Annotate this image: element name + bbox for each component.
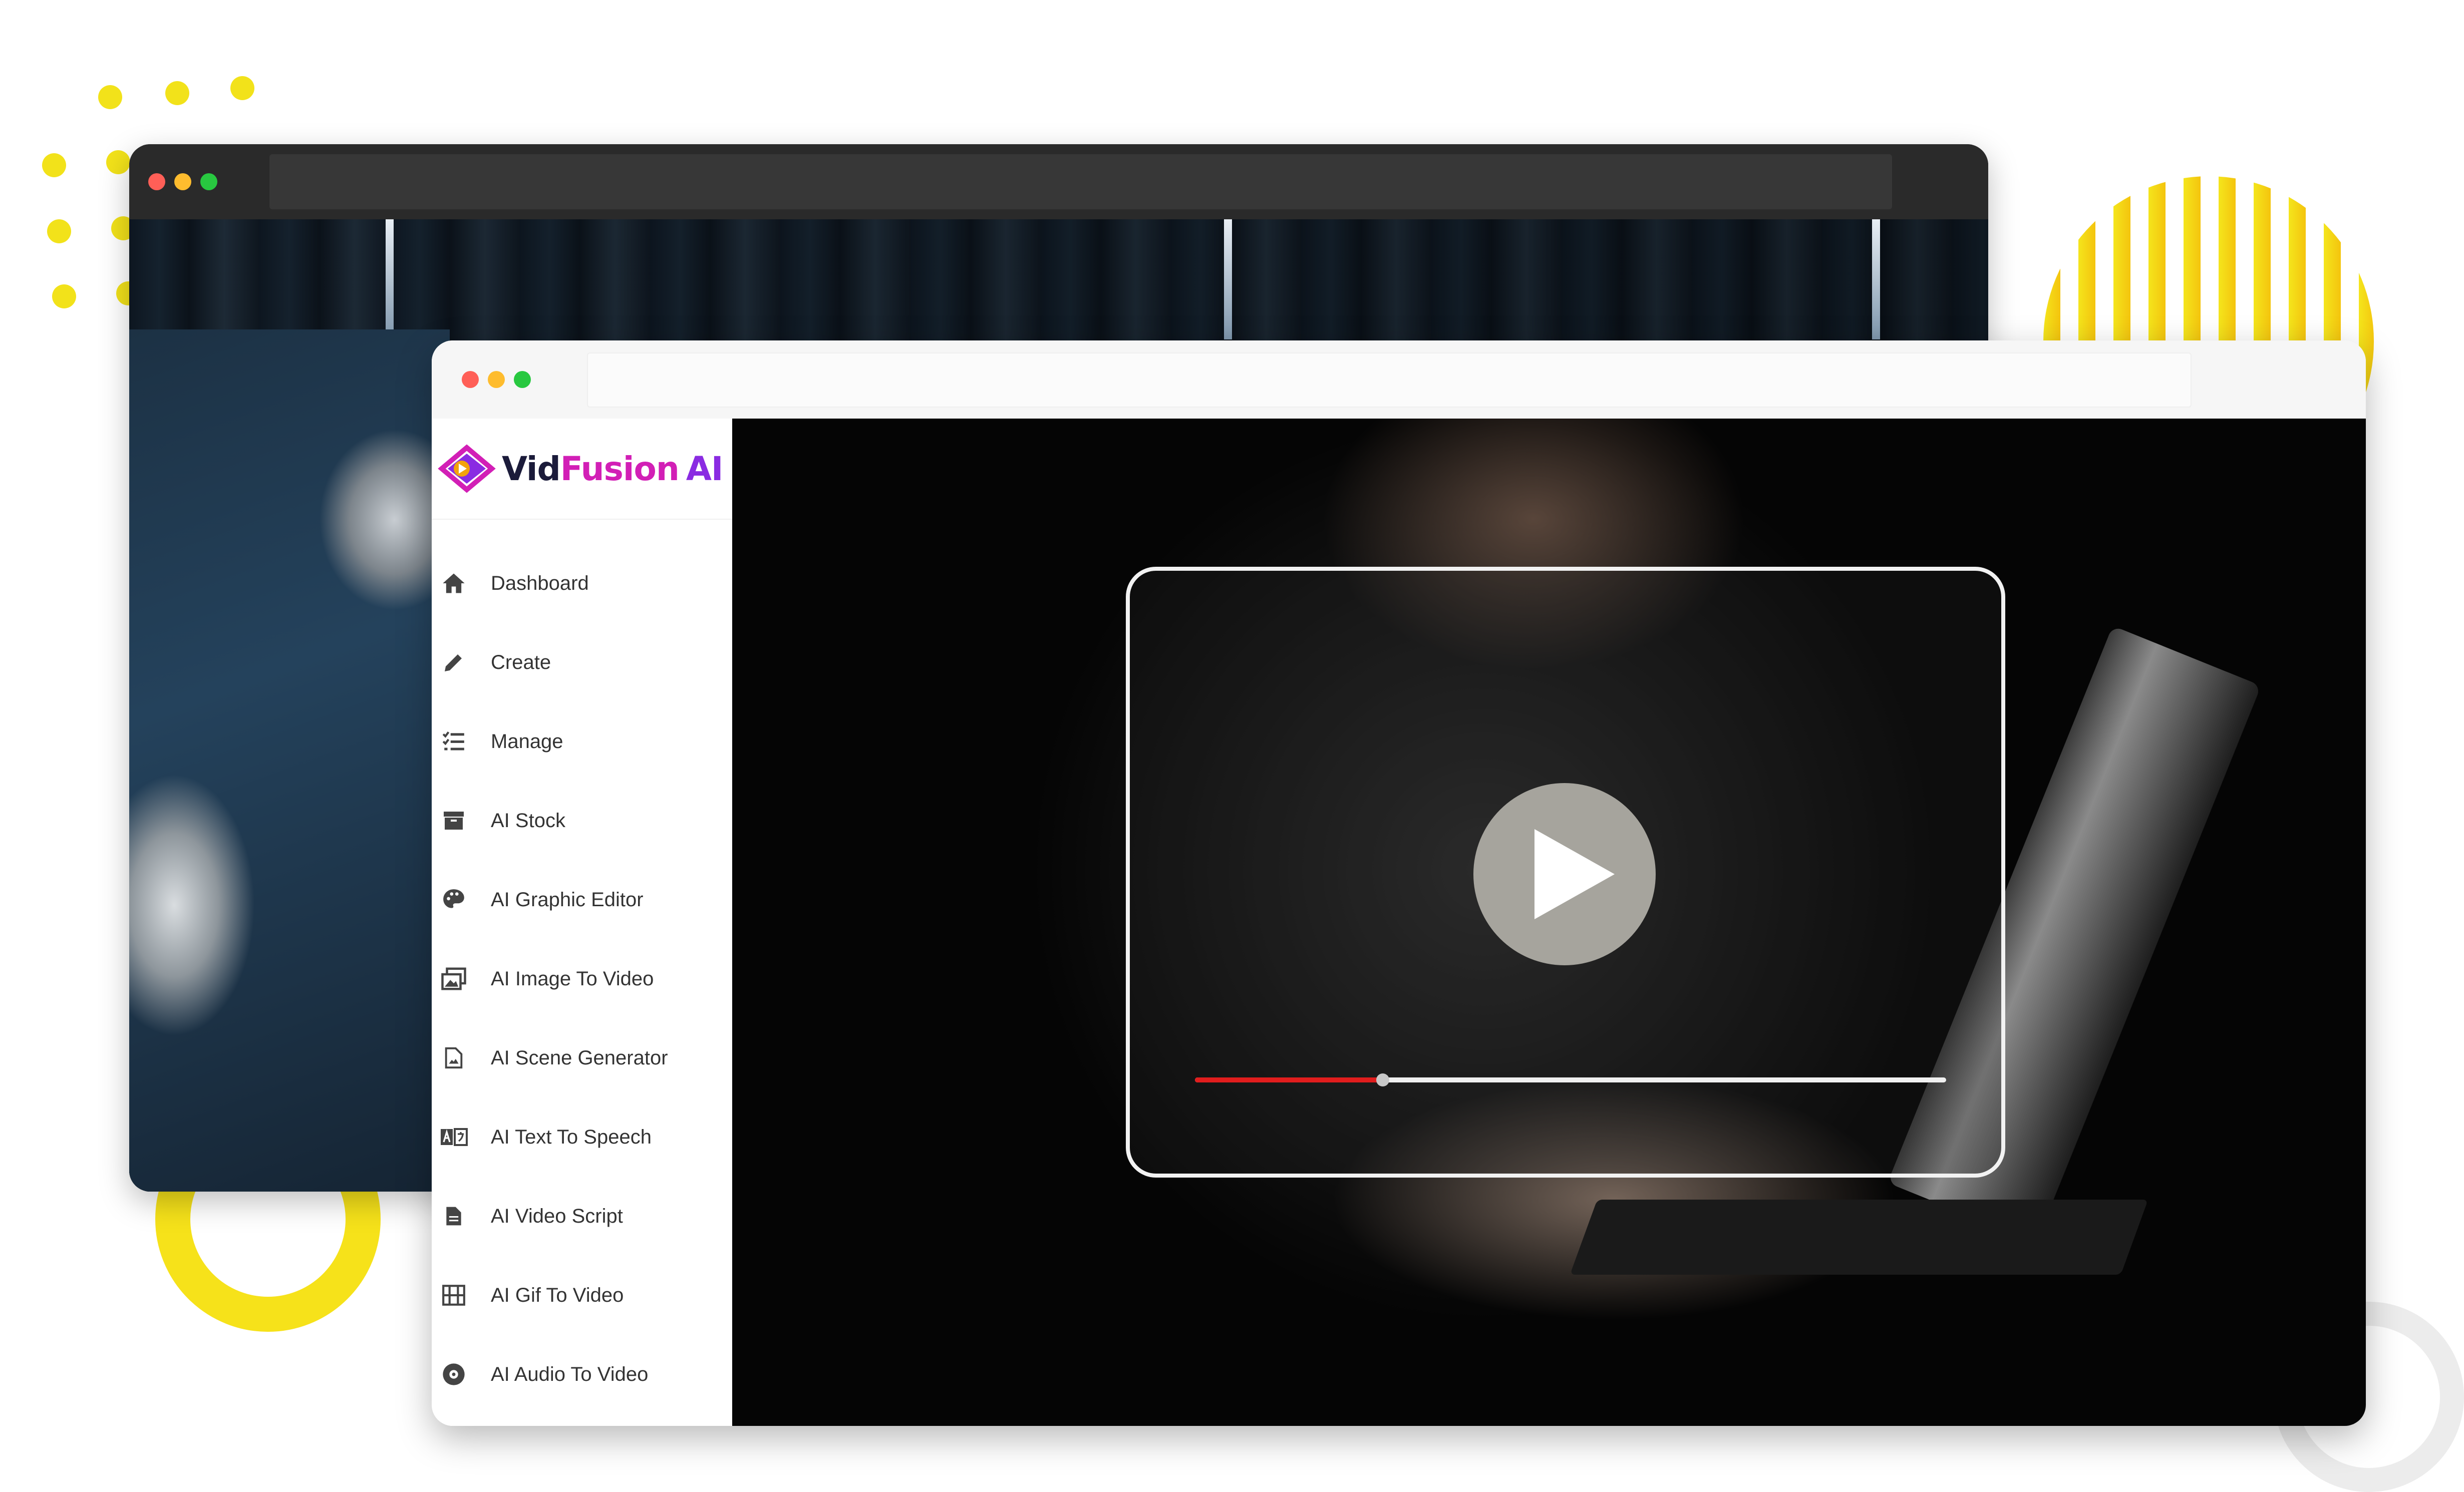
minimize-window-button[interactable] xyxy=(174,173,191,190)
sidebar-item-label: AI Graphic Editor xyxy=(491,888,644,911)
decor-dot xyxy=(52,284,76,308)
video-player[interactable] xyxy=(732,419,2366,1426)
close-window-button[interactable] xyxy=(462,371,479,388)
sidebar-item-ai-scene-generator[interactable]: AI Scene Generator xyxy=(432,1018,732,1097)
decor-dot xyxy=(98,85,122,109)
close-window-button[interactable] xyxy=(148,173,165,190)
disc-icon xyxy=(439,1359,469,1389)
play-icon xyxy=(1534,829,1615,919)
sidebar-item-label: AI Scene Generator xyxy=(491,1046,668,1069)
video-progress-fill xyxy=(1195,1077,1383,1082)
sidebar-item-create[interactable]: Create xyxy=(432,623,732,702)
front-browser-window: VidFusion AI Dashboard Create Manage AI … xyxy=(432,340,2366,1426)
light-strip xyxy=(386,219,394,339)
file-text-icon xyxy=(439,1201,469,1231)
pencil-icon xyxy=(439,647,469,677)
sidebar-item-label: AI Video Script xyxy=(491,1205,623,1227)
play-button[interactable] xyxy=(1473,783,1656,965)
light-strip xyxy=(1872,219,1880,339)
decor-dot xyxy=(165,81,189,105)
sidebar-menu: Dashboard Create Manage AI Stock AI Grap… xyxy=(432,544,732,1414)
brand-logo[interactable]: VidFusion AI xyxy=(432,419,732,520)
sidebar-item-ai-video-script[interactable]: AI Video Script xyxy=(432,1177,732,1256)
sidebar-item-dashboard[interactable]: Dashboard xyxy=(432,544,732,623)
robot-figure-image xyxy=(129,329,450,1192)
sidebar-item-label: Manage xyxy=(491,730,563,753)
brand-name: VidFusion AI xyxy=(502,450,723,488)
decor-dot xyxy=(106,150,130,174)
sidebar-item-label: AI Audio To Video xyxy=(491,1363,649,1385)
address-bar[interactable] xyxy=(587,352,2192,408)
sidebar-item-ai-text-to-speech[interactable]: AI Text To Speech xyxy=(432,1097,732,1177)
sidebar-item-label: Dashboard xyxy=(491,572,589,594)
palette-icon xyxy=(439,885,469,915)
video-progress-handle[interactable] xyxy=(1376,1073,1389,1086)
video-progress-bar[interactable] xyxy=(1195,1073,1946,1086)
maximize-window-button[interactable] xyxy=(200,173,217,190)
sidebar-item-ai-gif-to-video[interactable]: AI Gif To Video xyxy=(432,1256,732,1335)
file-image-icon xyxy=(439,1043,469,1073)
brand-name-part: Vid xyxy=(502,449,561,488)
front-window-titlebar xyxy=(432,340,2366,420)
sidebar-item-ai-image-to-video[interactable]: AI Image To Video xyxy=(432,939,732,1018)
translate-icon xyxy=(439,1122,469,1152)
sidebar-item-label: AI Text To Speech xyxy=(491,1126,652,1148)
maximize-window-button[interactable] xyxy=(514,371,531,388)
minimize-window-button[interactable] xyxy=(488,371,505,388)
decor-dot xyxy=(42,153,66,177)
sidebar-item-ai-graphic-editor[interactable]: AI Graphic Editor xyxy=(432,860,732,939)
keyboard-image xyxy=(1570,1200,2148,1275)
sidebar-item-label: AI Stock xyxy=(491,809,565,832)
sidebar-item-label: AI Gif To Video xyxy=(491,1284,624,1306)
images-icon xyxy=(439,964,469,994)
sidebar-item-label: AI Image To Video xyxy=(491,967,654,990)
home-icon xyxy=(439,568,469,598)
sidebar-item-ai-audio-to-video[interactable]: AI Audio To Video xyxy=(432,1335,732,1414)
brand-mark-icon xyxy=(438,444,496,493)
sidebar-item-manage[interactable]: Manage xyxy=(432,702,732,781)
address-bar[interactable] xyxy=(269,154,1892,209)
sidebar: VidFusion AI Dashboard Create Manage AI … xyxy=(432,419,732,1426)
brand-name-part: AI xyxy=(686,449,724,488)
back-window-titlebar xyxy=(129,144,1988,219)
decor-dot xyxy=(47,219,71,243)
archive-icon xyxy=(439,806,469,836)
sidebar-item-ai-stock[interactable]: AI Stock xyxy=(432,781,732,860)
list-check-icon xyxy=(439,726,469,757)
sidebar-item-label: Create xyxy=(491,651,551,673)
film-icon xyxy=(439,1280,469,1310)
decor-dot xyxy=(230,76,254,100)
brand-name-part: Fusion xyxy=(560,449,680,488)
light-strip xyxy=(1224,219,1232,339)
